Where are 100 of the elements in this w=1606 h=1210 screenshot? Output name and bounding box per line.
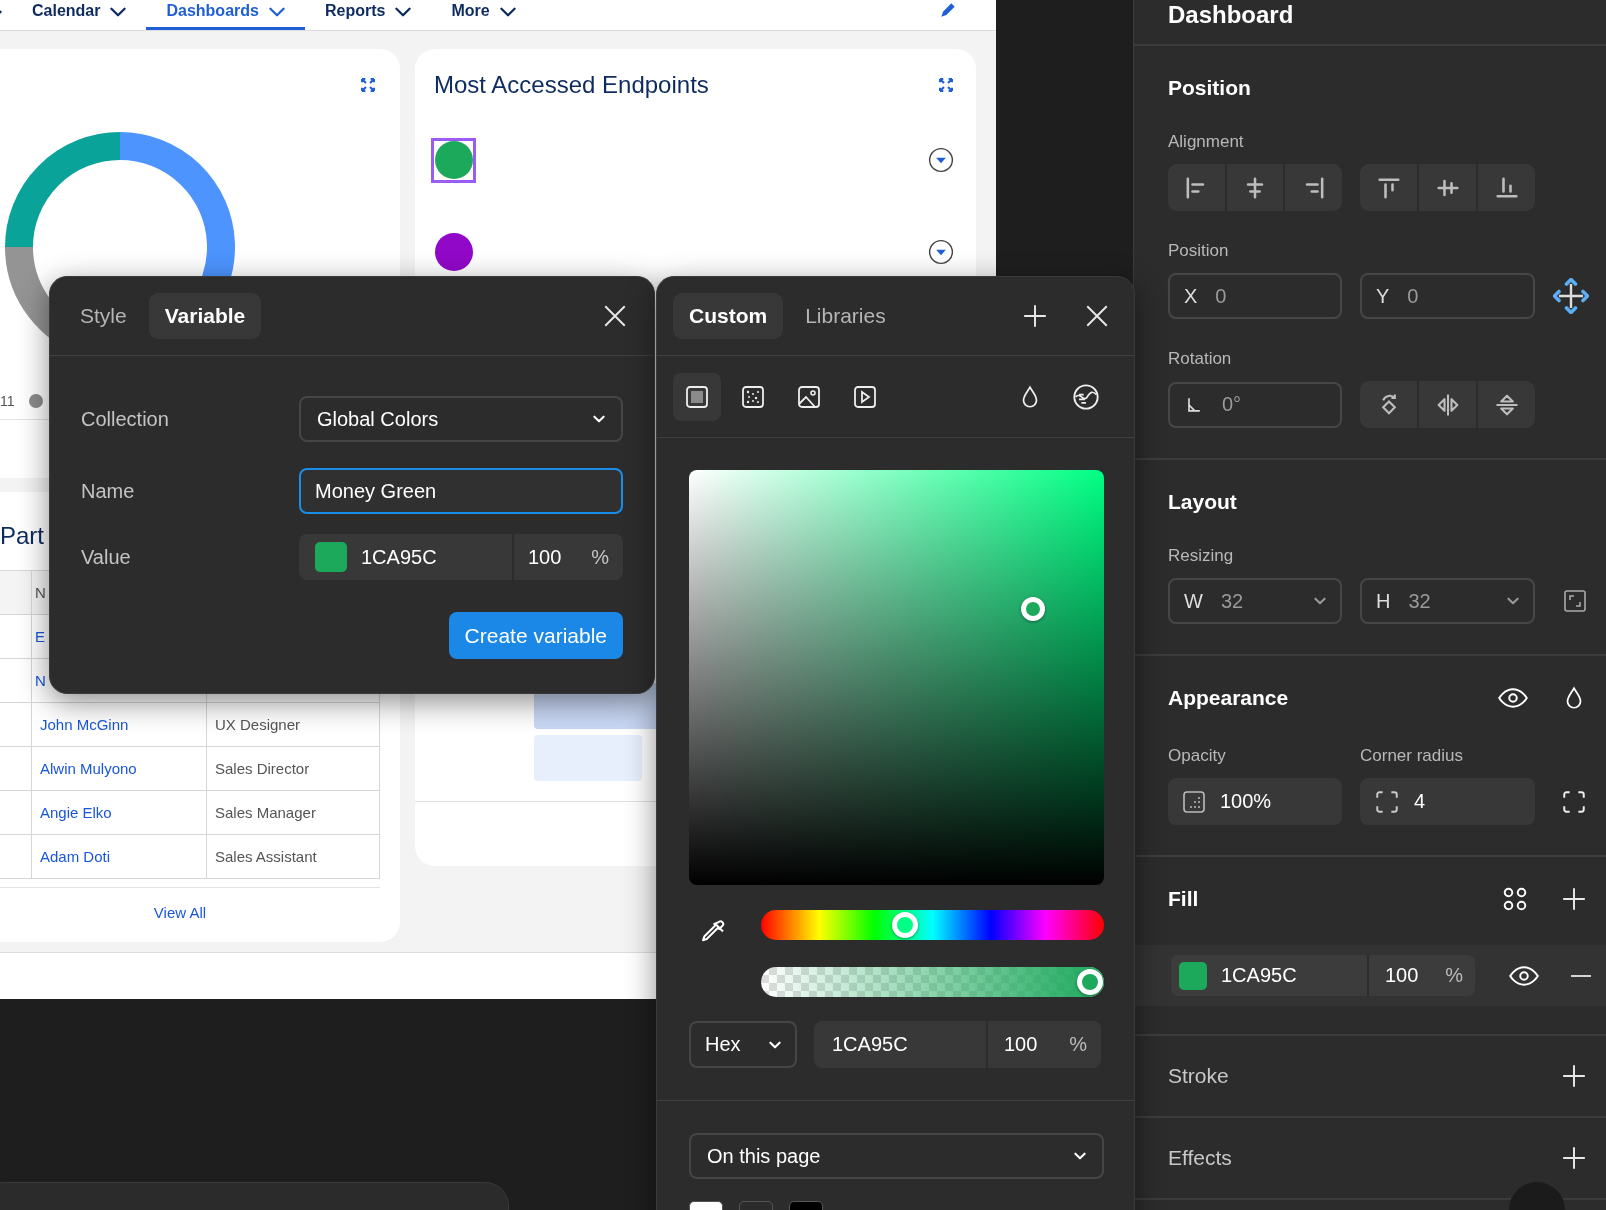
expand-icon[interactable] <box>938 77 954 93</box>
field-label: Position <box>1168 241 1230 261</box>
field-label: Resizing <box>1168 546 1235 566</box>
move-icon[interactable] <box>1553 278 1589 314</box>
add-effect-button[interactable] <box>1561 1145 1587 1171</box>
field-value: 4 <box>1414 790 1426 813</box>
corner-radius-icon <box>1374 788 1400 815</box>
name-link-cell[interactable]: Angie Elko <box>31 790 207 835</box>
height-dropdown[interactable]: H 32 <box>1360 578 1535 624</box>
plus-icon <box>1561 1145 1587 1171</box>
dialog-tab[interactable]: Style <box>64 293 143 339</box>
nav-tab[interactable]: Dashboards <box>146 0 305 30</box>
opacity-value: 100 <box>528 545 562 569</box>
opacity-slider[interactable] <box>761 967 1104 997</box>
nav-tab[interactable]: Reports <box>304 0 432 30</box>
color-value-field[interactable]: 1CA95C 100 % <box>299 534 623 580</box>
align-right-button[interactable] <box>1285 164 1342 211</box>
name-link-cell[interactable]: Adam Doti <box>31 834 207 879</box>
format-dropdown[interactable]: Hex <box>689 1021 797 1068</box>
opacity-value: 100 <box>1004 1033 1038 1056</box>
plus-icon <box>1022 303 1048 329</box>
remove-fill-button[interactable] <box>1569 973 1593 978</box>
section-title: Appearance <box>1168 686 1289 710</box>
x-input-field[interactable]: X 0 <box>1168 273 1342 319</box>
table-cell: UX Designer <box>206 702 380 747</box>
chevron-down-icon <box>1074 1152 1086 1160</box>
fill-color-field[interactable]: 1CA95C 100 % <box>1171 955 1475 996</box>
hex-value: 1CA95C <box>832 1033 908 1056</box>
close-button[interactable] <box>1084 303 1110 329</box>
align-left-button[interactable] <box>1168 164 1225 211</box>
chevron-down-icon <box>769 1040 781 1049</box>
resize-icon[interactable] <box>1563 589 1587 613</box>
flip-horizontal-button[interactable] <box>1419 381 1476 428</box>
view-all-link[interactable]: View All <box>153 904 207 921</box>
picker-tab[interactable]: Custom <box>673 293 784 339</box>
expand-icon[interactable] <box>360 77 376 93</box>
dropdown-circle-icon[interactable] <box>928 239 954 265</box>
scope-dropdown[interactable]: On this page <box>689 1133 1104 1179</box>
four-circles-icon[interactable] <box>1502 886 1528 912</box>
plus-icon <box>1561 1063 1587 1089</box>
section-title: Layout <box>1168 490 1237 514</box>
add-stroke-button[interactable] <box>1561 1063 1587 1089</box>
add-button[interactable] <box>1022 303 1048 329</box>
field-value: 100% <box>1220 790 1272 813</box>
opacity-thumb[interactable] <box>1077 969 1103 995</box>
pencil-icon[interactable] <box>938 0 958 20</box>
hue-thumb[interactable] <box>892 912 919 938</box>
field-value: 0° <box>1222 393 1242 416</box>
section-title: Effects <box>1168 1146 1232 1170</box>
dropdown-circle-icon[interactable] <box>928 147 954 173</box>
hex-input-field[interactable]: 1CA95C 100 % <box>814 1021 1101 1068</box>
chevron-down-icon <box>593 415 605 423</box>
card-title: Part <box>0 522 44 549</box>
section-title: Position <box>1168 76 1251 100</box>
color-handle[interactable] <box>1021 597 1046 621</box>
field-prefix: X <box>1184 284 1198 308</box>
close-icon <box>1084 303 1110 329</box>
rotation-input-field[interactable]: 0° <box>1168 381 1342 428</box>
table-cell: Sales Manager <box>206 790 380 835</box>
panel-title: Dashboard <box>1168 2 1294 28</box>
close-icon <box>602 303 628 329</box>
dialog-tab[interactable]: Variable <box>148 293 262 339</box>
hue-slider[interactable] <box>761 910 1104 940</box>
collection-dropdown[interactable]: Global Colors <box>299 396 623 442</box>
minus-icon <box>1569 973 1593 978</box>
width-dropdown[interactable]: W 32 <box>1168 578 1342 624</box>
legend-text: 11 <box>0 393 15 409</box>
picker-tab[interactable]: Libraries <box>789 293 902 339</box>
field-label: Rotation <box>1168 349 1233 369</box>
align-middle-button[interactable] <box>1419 164 1476 211</box>
close-button[interactable] <box>602 303 628 329</box>
flip-vertical-button[interactable] <box>1478 381 1535 428</box>
create-variable-button[interactable]: Create variable <box>448 612 623 659</box>
name-input-field[interactable]: Money Green <box>299 468 623 514</box>
opacity-input-field[interactable]: 100% <box>1168 778 1342 825</box>
corners-icon[interactable] <box>1561 788 1587 815</box>
align-center-button[interactable] <box>1226 164 1284 211</box>
nav-tab[interactable]: Calendar <box>12 0 147 30</box>
fill-type-button[interactable] <box>673 372 721 421</box>
chevron-down-icon <box>1314 597 1326 605</box>
corner-radius-input-field[interactable]: 4 <box>1360 778 1535 825</box>
field-value: 32 <box>1408 589 1432 613</box>
name-link-cell[interactable]: Alwin Mulyono <box>31 746 207 791</box>
circle-swirl-icon <box>1072 382 1100 411</box>
field-value: 0 <box>1407 284 1420 308</box>
noise-fill-icon <box>741 384 765 409</box>
align-bottom-button[interactable] <box>1478 164 1535 211</box>
solid-fill-icon <box>685 384 709 409</box>
nav-tab[interactable]: More <box>431 0 536 30</box>
field-prefix: Y <box>1376 284 1390 308</box>
align-top-button[interactable] <box>1360 164 1417 211</box>
chevron-down-icon <box>1507 597 1519 605</box>
rotate-button[interactable] <box>1360 381 1417 428</box>
name-link-cell[interactable]: John McGinn <box>31 702 207 747</box>
saturation-brightness-area[interactable] <box>689 470 1104 885</box>
add-fill-button[interactable] <box>1561 886 1587 912</box>
table-cell: Sales Director <box>206 746 380 791</box>
legend-dot <box>28 394 43 408</box>
chevron-down-icon <box>499 7 516 17</box>
y-input-field[interactable]: Y 0 <box>1360 273 1535 319</box>
